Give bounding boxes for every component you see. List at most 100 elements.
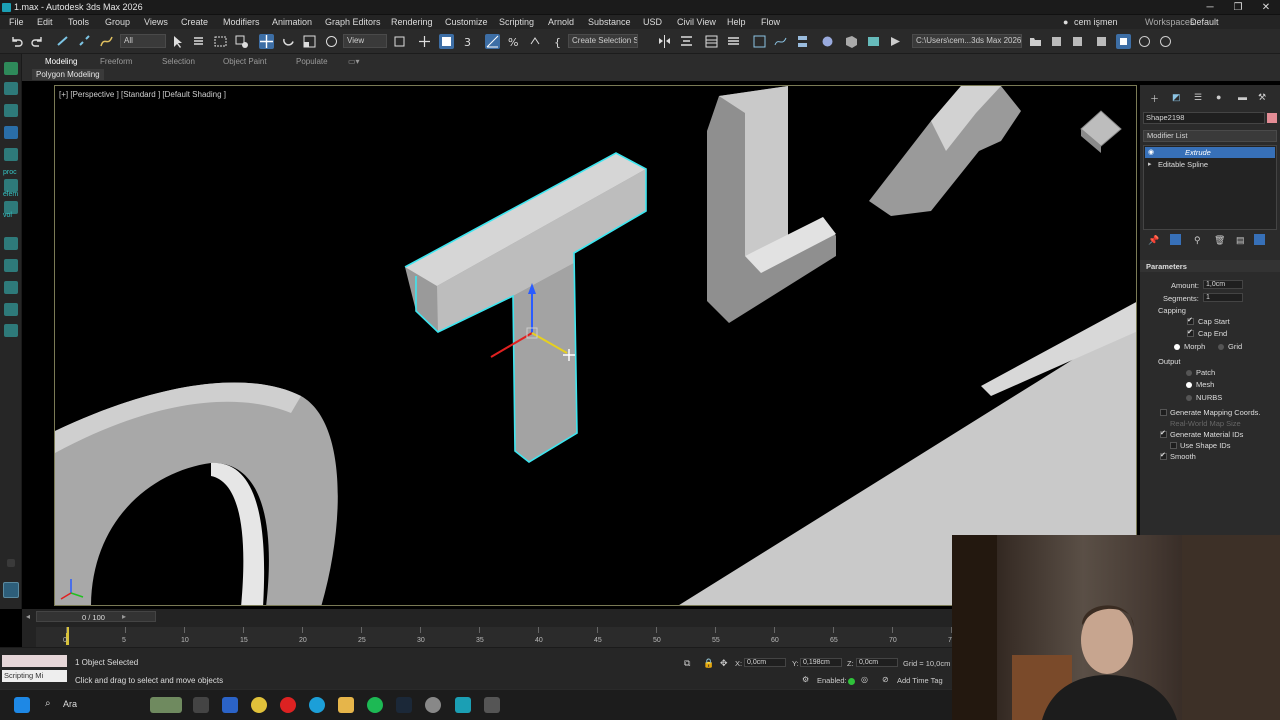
toolbar-extra-icon-4[interactable] [1116,34,1131,49]
gen-matids-checkbox[interactable] [1160,429,1167,438]
project-folder-icon[interactable] [1028,34,1043,49]
menu-rendering[interactable]: Rendering [391,17,433,27]
prev-frame-icon[interactable]: ◂ [26,612,30,621]
taskbar-search[interactable]: Ara [63,699,77,709]
spinner-snap-icon[interactable] [527,34,542,49]
y-coord-field[interactable]: 0,198cm [800,658,842,667]
rail-icon-1[interactable] [4,62,18,75]
3dsmax-icon[interactable] [455,697,471,713]
project-path-field[interactable]: C:\Users\cem...3ds Max 2026 [912,34,1022,48]
unlink-icon[interactable] [77,34,92,49]
x-coord-field[interactable]: 0,0cm [744,658,786,667]
mesh-radio[interactable] [1186,382,1192,388]
tab-modeling[interactable]: Modeling [45,57,77,66]
angle-snap-icon[interactable] [485,34,500,49]
tab-selection[interactable]: Selection [162,57,195,66]
task-view-icon[interactable] [193,697,209,713]
rail-icon-11[interactable] [4,303,18,316]
rail-icon-8[interactable] [4,237,18,250]
ref-coord-dropdown[interactable]: View [343,34,387,48]
motion-tab-icon[interactable]: ● [1216,92,1221,102]
menu-flow[interactable]: Flow [761,17,780,27]
z-coord-field[interactable]: 0,0cm [856,658,898,667]
menu-group[interactable]: Group [105,17,130,27]
rail-expand-icon[interactable] [7,559,15,567]
tab-freeform[interactable]: Freeform [100,57,132,66]
make-unique-icon[interactable]: ⚲ [1194,235,1201,246]
spotify-icon[interactable] [367,697,383,713]
hierarchy-tab-icon[interactable]: ☰ [1194,92,1202,103]
snap-toggle-icon[interactable]: 3 [462,34,477,49]
rendered-frame-icon[interactable] [866,34,881,49]
app-icon-1[interactable] [222,697,238,713]
close-button[interactable]: ✕ [1252,0,1280,15]
workspace-select[interactable]: Default [1190,17,1219,27]
menu-tools[interactable]: Tools [68,17,89,27]
scene-explorer-icon[interactable] [704,34,719,49]
add-time-tag[interactable]: Add Time Tag [897,676,943,685]
enabled-indicator[interactable] [848,678,855,685]
cap-end-checkbox[interactable] [1187,328,1194,337]
modifier-list-dropdown[interactable]: Modifier List [1143,130,1277,142]
utilities-tab-icon[interactable]: ⚒ [1258,92,1266,103]
window-crossing-icon[interactable] [234,34,249,49]
menu-modifiers[interactable]: Modifiers [223,17,260,27]
grid-radio[interactable] [1218,344,1224,350]
bind-spacewarp-icon[interactable] [99,34,114,49]
app-icon-2[interactable] [425,697,441,713]
toolbar-extra-icon-2[interactable] [1070,34,1085,49]
amount-spinner[interactable]: 1,0cm [1203,280,1243,289]
select-and-rotate-icon[interactable] [281,34,296,49]
undo-icon[interactable] [9,34,24,49]
menu-views[interactable]: Views [144,17,168,27]
viewport-label[interactable]: [+] [Perspective ] [Standard ] [Default … [59,90,226,99]
file-explorer-icon[interactable] [338,697,354,713]
curve-editor-icon[interactable] [773,34,788,49]
menu-substance[interactable]: Substance [588,17,631,27]
edit-named-sel-icon[interactable]: { [552,34,567,49]
opera-icon[interactable] [280,697,296,713]
mirror-icon[interactable] [657,34,672,49]
toolbar-extra-icon-3[interactable] [1094,34,1109,49]
menu-scripting[interactable]: Scripting [499,17,534,27]
menu-arnold[interactable]: Arnold [548,17,574,27]
adaptive-degradation-icon[interactable]: ⚙ [802,675,809,684]
use-shape-ids-checkbox[interactable] [1170,442,1177,449]
app-icon-3[interactable] [484,697,500,713]
isolate-icon[interactable]: ⧉ [684,658,690,669]
cap-start-checkbox[interactable] [1187,316,1194,325]
parameters-rollout-header[interactable]: Parameters [1140,260,1280,272]
rail-icon-9[interactable] [4,259,18,272]
segments-spinner[interactable]: 1 [1203,293,1243,302]
eye-icon[interactable]: ◉ [1148,148,1154,156]
lock-selection-icon[interactable]: 🔒 [703,658,714,669]
rail-icon-10[interactable] [4,281,18,294]
steam-icon[interactable] [396,697,412,713]
stack-item-extrude[interactable]: ◉ Extrude [1145,147,1275,158]
menu-help[interactable]: Help [727,17,746,27]
select-manipulate-icon[interactable] [417,34,432,49]
menu-file[interactable]: File [9,17,24,27]
tab-object-paint[interactable]: Object Paint [223,57,267,66]
patch-radio[interactable] [1186,370,1192,376]
expand-icon[interactable]: ▸ [1148,160,1152,168]
list-view-icon[interactable] [1254,234,1265,245]
show-end-result-icon[interactable] [1170,234,1181,245]
toolbar-extra-icon-1[interactable] [1049,34,1064,49]
rail-icon-2[interactable] [4,82,18,95]
chrome-icon[interactable] [251,697,267,713]
minimize-button[interactable]: ─ [1196,0,1224,15]
smooth-checkbox[interactable] [1160,451,1167,460]
render-setup-icon[interactable] [844,34,859,49]
layer-explorer-icon[interactable] [726,34,741,49]
tab-populate[interactable]: Populate [296,57,328,66]
morph-radio[interactable] [1174,344,1180,350]
select-and-place-icon[interactable] [324,34,339,49]
named-selection-dropdown[interactable]: Create Selection Se [568,34,638,48]
toolbar-extra-icon-5[interactable] [1137,34,1152,49]
selection-filter-dropdown[interactable]: All [120,34,166,48]
next-frame-icon[interactable]: ▸ [122,612,126,621]
gen-mapping-checkbox[interactable] [1160,409,1167,416]
ribbon-polygon-modeling[interactable]: Polygon Modeling [32,69,104,80]
toolbar-extra-icon-6[interactable] [1158,34,1173,49]
